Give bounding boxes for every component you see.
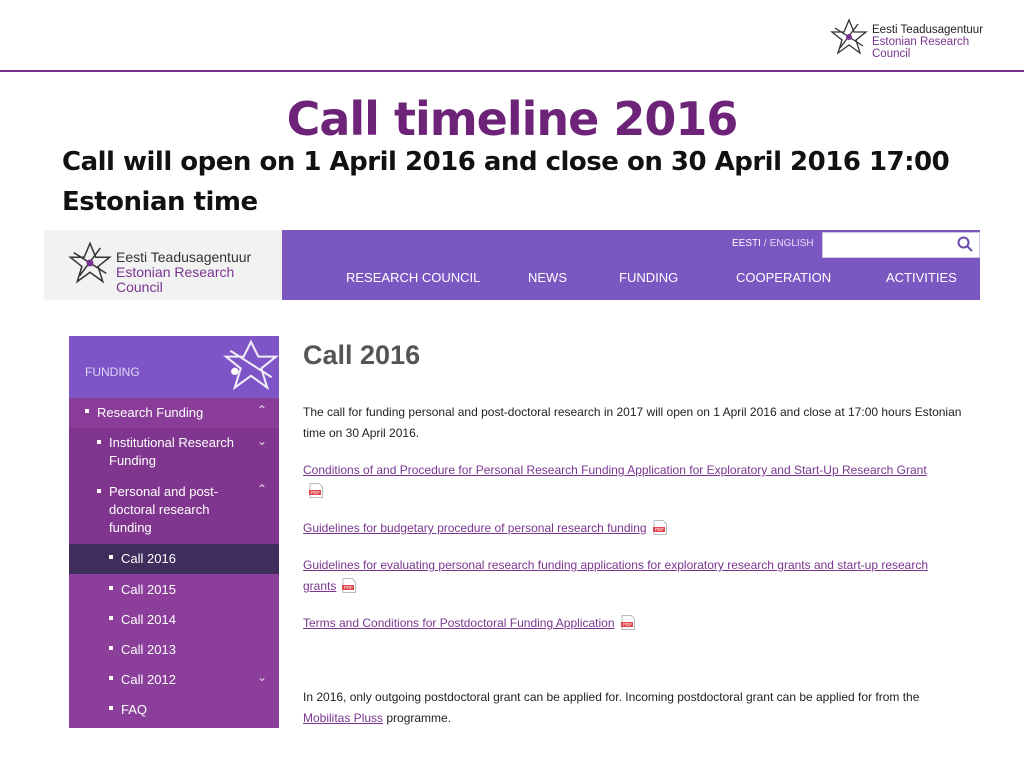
site-logo[interactable]: Eesti Teadusagentuur Estonian Research C… bbox=[44, 230, 282, 300]
sidebar-item-label: Research Funding bbox=[97, 405, 204, 420]
sidebar-item-label: Institutional Research Funding bbox=[109, 435, 235, 468]
sidebar-heading-label: FUNDING bbox=[85, 365, 140, 379]
slide-logo: Eesti Teadusagentuur Estonian Research C… bbox=[830, 18, 1010, 60]
site-logo-line-english: Estonian Research Council bbox=[116, 264, 235, 295]
sidebar-item-call-2016[interactable]: Call 2016 bbox=[69, 544, 279, 574]
star-network-icon bbox=[830, 18, 868, 55]
document-link-item: Guidelines for evaluating personal resea… bbox=[303, 555, 943, 597]
language-switcher: EESTI / ENGLISH bbox=[732, 238, 814, 249]
search-input[interactable] bbox=[827, 235, 951, 257]
logo-line-english: Estonian Research Council bbox=[872, 36, 970, 60]
lang-separator: / bbox=[763, 238, 767, 249]
bullet bbox=[109, 676, 113, 680]
evaluation-guidelines-link[interactable]: Guidelines for evaluating personal resea… bbox=[303, 558, 928, 593]
budgetary-procedure-link[interactable]: Guidelines for budgetary procedure of pe… bbox=[303, 521, 647, 535]
pdf-file-icon[interactable]: PDF bbox=[652, 520, 667, 535]
conditions-procedure-link[interactable]: Conditions of and Procedure for Personal… bbox=[303, 463, 927, 477]
search-icon[interactable] bbox=[957, 236, 973, 252]
sidebar-item-label: Call 2014 bbox=[121, 612, 176, 627]
sidebar-item-call-2014[interactable]: Call 2014 bbox=[69, 604, 279, 634]
sidebar-item-institutional-research-funding[interactable]: Institutional Research Funding ⌄ bbox=[69, 428, 279, 477]
sidebar-item-label: Call 2016 bbox=[121, 551, 176, 566]
bullet bbox=[109, 706, 113, 710]
slide-subtitle: Call will open on 1 April 2016 and close… bbox=[62, 147, 950, 217]
sidebar-item-label: Call 2012 bbox=[121, 672, 176, 687]
intro-paragraph: The call for funding personal and post-d… bbox=[303, 405, 962, 440]
slide-title: Call timeline 2016 bbox=[286, 92, 739, 146]
bullet bbox=[109, 555, 113, 559]
star-network-icon bbox=[68, 241, 112, 284]
sidebar-item-label: Call 2013 bbox=[121, 642, 176, 657]
page-title: Call 2016 bbox=[303, 340, 421, 370]
document-link-item: Conditions of and Procedure for Personal… bbox=[303, 460, 943, 502]
mobilitas-pluss-link[interactable]: Mobilitas Pluss bbox=[303, 711, 383, 725]
svg-text:PDF: PDF bbox=[311, 490, 320, 495]
chevron-down-icon[interactable]: ⌄ bbox=[257, 434, 267, 448]
bullet bbox=[109, 646, 113, 650]
site-logo-line-estonian: Eesti Teadusagentuur bbox=[116, 249, 252, 265]
sidebar-item-research-funding[interactable]: Research Funding ⌃ bbox=[69, 398, 279, 428]
search-box bbox=[822, 232, 980, 258]
bullet bbox=[109, 586, 113, 590]
postdoc-note: In 2016, only outgoing postdoctoral gran… bbox=[303, 687, 963, 729]
sidebar-item-label: Personal and post-doctoral research fund… bbox=[109, 484, 219, 535]
svg-text:PDF: PDF bbox=[655, 527, 664, 532]
bullet bbox=[109, 616, 113, 620]
postdoctoral-terms-link[interactable]: Terms and Conditions for Postdoctoral Fu… bbox=[303, 616, 615, 630]
nav-activities[interactable]: ACTIVITIES bbox=[886, 270, 957, 285]
sidebar-item-call-2015[interactable]: Call 2015 bbox=[69, 574, 279, 604]
svg-text:PDF: PDF bbox=[344, 585, 353, 590]
bullet bbox=[97, 489, 101, 493]
bullet bbox=[85, 409, 89, 413]
sidebar-item-personal-postdoctoral-funding[interactable]: Personal and post-doctoral research fund… bbox=[69, 477, 279, 544]
document-link-item: Guidelines for budgetary procedure of pe… bbox=[303, 518, 943, 539]
postdoc-note-text: In 2016, only outgoing postdoctoral gran… bbox=[303, 690, 920, 704]
chevron-up-icon[interactable]: ⌃ bbox=[257, 482, 267, 496]
lang-english-link[interactable]: ENGLISH bbox=[770, 238, 814, 249]
sidebar-item-call-2013[interactable]: Call 2013 bbox=[69, 634, 279, 664]
sidebar-item-faq[interactable]: FAQ bbox=[69, 694, 279, 724]
sidebar-item-call-2012[interactable]: Call 2012 ⌄ bbox=[69, 664, 279, 694]
sidebar-item-label: FAQ bbox=[121, 702, 148, 717]
postdoc-note-tail: programme. bbox=[383, 711, 452, 725]
sidebar-item-label: Call 2015 bbox=[121, 582, 176, 597]
pdf-file-icon[interactable]: PDF bbox=[309, 483, 323, 498]
pdf-file-icon[interactable]: PDF bbox=[620, 615, 635, 630]
chevron-up-icon[interactable]: ⌃ bbox=[257, 403, 267, 417]
header-divider bbox=[0, 70, 1024, 72]
nav-funding[interactable]: FUNDING bbox=[619, 270, 678, 285]
sidebar: FUNDING Research Funding ⌃ Institutional… bbox=[69, 336, 279, 728]
pdf-file-icon[interactable]: PDF bbox=[342, 578, 357, 593]
nav-cooperation[interactable]: COOPERATION bbox=[736, 270, 831, 285]
star-network-icon bbox=[223, 339, 279, 391]
main-navigation: EESTI / ENGLISH RESEARCH COUNCIL NEWS FUND… bbox=[282, 230, 980, 300]
nav-news[interactable]: NEWS bbox=[528, 270, 567, 285]
svg-text:PDF: PDF bbox=[623, 622, 632, 627]
logo-line-estonian: Eesti Teadusagentuur bbox=[872, 24, 984, 36]
website-header: Eesti Teadusagentuur Estonian Research C… bbox=[44, 230, 980, 300]
bullet bbox=[97, 440, 101, 444]
lang-estonian-link[interactable]: EESTI bbox=[732, 238, 761, 249]
chevron-down-icon[interactable]: ⌄ bbox=[257, 670, 267, 684]
document-link-item: Terms and Conditions for Postdoctoral Fu… bbox=[303, 613, 943, 634]
nav-research-council[interactable]: RESEARCH COUNCIL bbox=[346, 270, 480, 285]
sidebar-heading[interactable]: FUNDING bbox=[69, 336, 279, 398]
